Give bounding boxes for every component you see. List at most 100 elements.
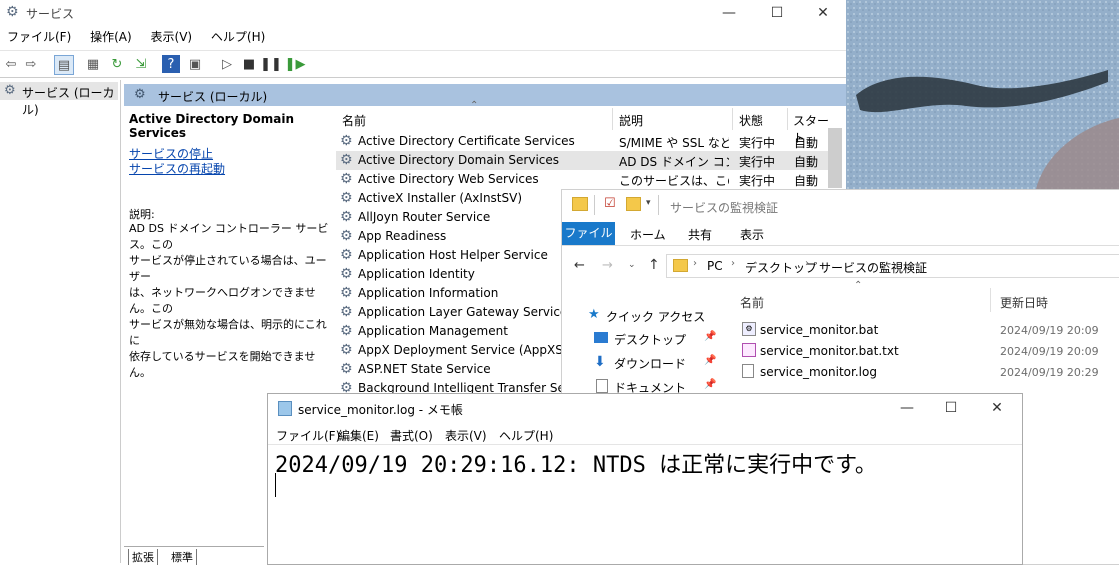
scrollbar-thumb[interactable] [828, 128, 842, 188]
menu-view[interactable]: 表示(V) [445, 427, 487, 444]
text-cursor [275, 473, 276, 497]
gear-icon: ⚙ [340, 266, 353, 282]
selected-service-name: Active Directory Domain Services [129, 112, 294, 140]
explorer-title: サービスの監視検証 [670, 201, 779, 215]
file-row[interactable]: ⚙ service_monitor.bat 2024/09/19 20:09 [732, 320, 1119, 340]
pin-icon: 📌 [704, 379, 717, 390]
pin-icon: 📌 [704, 355, 717, 366]
column-name[interactable]: 名前 [342, 112, 612, 130]
back-icon[interactable]: ⇦ [2, 55, 20, 73]
description-line: AD DS ドメイン コントローラー サービス。この [129, 222, 329, 251]
menu-help[interactable]: ヘルプ(H) [211, 28, 265, 45]
column-name[interactable]: 名前 [740, 294, 764, 311]
start-icon[interactable]: ▷ [218, 55, 236, 73]
column-status[interactable]: 状態 [739, 112, 787, 129]
tab-home[interactable]: ホーム [630, 226, 666, 243]
service-name: AllJoyn Router Service [358, 210, 491, 224]
service-name: ActiveX Installer (AxInstSV) [358, 191, 523, 205]
folder-icon [572, 197, 588, 211]
table-row[interactable]: ⚙ Active Directory Web Services このサービスは、この… [336, 170, 828, 189]
nav-quick-access[interactable]: クイック アクセス [606, 308, 705, 325]
customize-dropdown-icon[interactable]: ▾ [646, 198, 651, 208]
nav-desktop[interactable]: デスクトップ [614, 331, 686, 348]
menu-action[interactable]: 操作(A) [90, 28, 132, 45]
properties-icon[interactable]: ▦ [84, 55, 102, 73]
forward-arrow-icon[interactable]: → [602, 258, 613, 273]
gear-icon: ⚙ [340, 285, 353, 301]
desktop-icon [594, 332, 608, 343]
gear-icon: ⚙ [340, 247, 353, 263]
service-status: 実行中 [739, 136, 776, 150]
batch-file-icon: ⚙ [742, 322, 756, 336]
minimize-button[interactable]: — [706, 0, 752, 26]
forward-icon[interactable]: ⇨ [22, 55, 40, 73]
refresh-icon[interactable]: ↻ [108, 55, 126, 73]
pause-icon[interactable]: ❚❚ [260, 55, 282, 73]
close-button[interactable]: ✕ [800, 0, 846, 26]
text-file-icon [742, 343, 756, 357]
service-name: Active Directory Domain Services [358, 153, 560, 167]
help-icon[interactable]: ? [162, 55, 180, 73]
log-content: 2024/09/19 20:29:16.12: NTDS は正常に実行中です。 [275, 453, 877, 478]
tree-pane: ⚙ サービス (ローカル) [0, 80, 121, 563]
file-row[interactable]: service_monitor.log 2024/09/19 20:29 [732, 362, 1119, 382]
view-icon[interactable]: ▣ [186, 55, 204, 73]
export-icon[interactable]: ⇲ [132, 55, 150, 73]
download-icon: ⬇ [594, 354, 606, 370]
path-folder[interactable]: サービスの監視検証 [819, 259, 927, 276]
table-row[interactable]: ⚙ Active Directory Domain Services AD DS ド… [336, 151, 828, 170]
service-name: ASP.NET State Service [358, 362, 491, 376]
photo-image [846, 0, 1119, 189]
folder-icon [673, 259, 688, 272]
back-arrow-icon[interactable]: ← [574, 258, 585, 273]
new-folder-icon[interactable] [626, 197, 641, 211]
menu-help[interactable]: ヘルプ(H) [499, 427, 553, 444]
divider [732, 108, 733, 130]
column-date[interactable]: 更新日時 [1000, 294, 1048, 311]
tab-file[interactable]: ファイル [562, 222, 615, 245]
text-area[interactable]: 2024/09/19 20:29:16.12: NTDS は正常に実行中です。 [268, 444, 1022, 565]
gear-icon: ⚙ [340, 190, 353, 206]
tab-view[interactable]: 表示 [740, 226, 764, 243]
services-titlebar: ⚙ サービス — ☐ ✕ [0, 0, 846, 26]
tree-item-services-local[interactable]: ⚙ サービス (ローカル) [0, 82, 118, 117]
column-description[interactable]: 説明 [619, 112, 729, 129]
service-description: AD DS ドメイン コント... [619, 155, 729, 169]
path-pc[interactable]: PC [707, 259, 723, 273]
notepad-window: service_monitor.log - メモ帳 — ☐ ✕ ファイル(F) … [267, 393, 1023, 565]
description-line: サービスが無効な場合は、明示的にこれに [129, 318, 327, 347]
up-arrow-icon[interactable]: ↑ [648, 257, 660, 273]
recent-dropdown-icon[interactable]: ⌄ [628, 260, 636, 270]
divider [658, 195, 659, 215]
properties-check-icon[interactable]: ☑ [604, 196, 616, 211]
description-line: は、ネットワークへログオンできません。この [129, 286, 316, 315]
show-hide-tree-icon[interactable]: ▤ [54, 55, 74, 75]
file-name: service_monitor.log [760, 365, 877, 379]
menu-edit[interactable]: 編集(E) [338, 427, 379, 444]
gear-icon: ⚙ [340, 209, 353, 225]
menu-format[interactable]: 書式(O) [390, 427, 433, 444]
file-date: 2024/09/19 20:09 [1000, 345, 1099, 358]
stop-icon[interactable]: ■ [240, 55, 258, 73]
nav-downloads[interactable]: ダウンロード [614, 355, 686, 372]
tab-share[interactable]: 共有 [688, 226, 712, 243]
maximize-button[interactable]: ☐ [754, 0, 800, 26]
file-row[interactable]: service_monitor.bat.txt 2024/09/19 20:09 [732, 341, 1119, 361]
maximize-button[interactable]: ☐ [928, 394, 974, 422]
table-row[interactable]: ⚙ Active Directory Certificate Services S/… [336, 132, 828, 151]
gear-icon: ⚙ [340, 323, 353, 339]
service-description: S/MIME や SSL など... [619, 136, 729, 150]
restart-icon[interactable]: ❚▶ [285, 55, 306, 73]
minimize-button[interactable]: — [884, 394, 930, 422]
pane-title: サービス (ローカル) [158, 90, 268, 104]
gear-icon: ⚙ [6, 4, 19, 20]
menu-file[interactable]: ファイル(F) [7, 28, 71, 45]
restart-service-link[interactable]: サービスの再起動 [129, 160, 225, 177]
address-bar[interactable]: › PC › デスクトップ › サービスの監視検証 [666, 254, 1119, 278]
window-title: サービス [26, 7, 75, 21]
service-name: App Readiness [358, 229, 447, 243]
file-date: 2024/09/19 20:29 [1000, 366, 1099, 379]
menu-view[interactable]: 表示(V) [151, 28, 193, 45]
menu-file[interactable]: ファイル(F) [276, 427, 340, 444]
close-button[interactable]: ✕ [974, 394, 1020, 422]
